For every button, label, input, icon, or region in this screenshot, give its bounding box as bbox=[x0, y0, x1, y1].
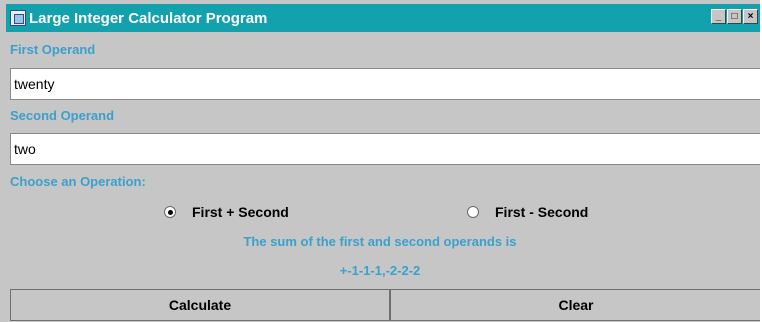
close-button[interactable]: × bbox=[743, 9, 758, 24]
calculator-window: Large Integer Calculator Program _ □ × F… bbox=[0, 0, 760, 322]
second-operand-input[interactable] bbox=[10, 133, 760, 165]
result-message: The sum of the first and second operands… bbox=[243, 234, 517, 249]
title-bar[interactable]: Large Integer Calculator Program _ □ × bbox=[6, 4, 760, 32]
radio-subtract-indicator[interactable] bbox=[467, 206, 479, 218]
radio-add-label: First + Second bbox=[192, 204, 289, 220]
minimize-button[interactable]: _ bbox=[711, 9, 726, 24]
radio-subtract[interactable]: First - Second bbox=[467, 204, 588, 220]
window-title: Large Integer Calculator Program bbox=[29, 9, 268, 27]
maximize-button[interactable]: □ bbox=[727, 9, 742, 24]
calculate-button[interactable]: Calculate bbox=[10, 289, 390, 321]
radio-subtract-label: First - Second bbox=[495, 204, 589, 220]
radio-add[interactable]: First + Second bbox=[164, 204, 289, 220]
clear-button[interactable]: Clear bbox=[390, 289, 760, 321]
first-operand-label: First Operand bbox=[10, 42, 96, 57]
operation-label: Choose an Operation: bbox=[10, 174, 146, 189]
radio-add-indicator[interactable] bbox=[164, 206, 176, 218]
app-icon bbox=[10, 10, 26, 26]
first-operand-input[interactable] bbox=[10, 68, 760, 100]
result-value: +-1-1-1,-2-2-2 bbox=[339, 263, 421, 278]
window-controls: _ □ × bbox=[711, 9, 758, 24]
second-operand-label: Second Operand bbox=[10, 108, 115, 123]
